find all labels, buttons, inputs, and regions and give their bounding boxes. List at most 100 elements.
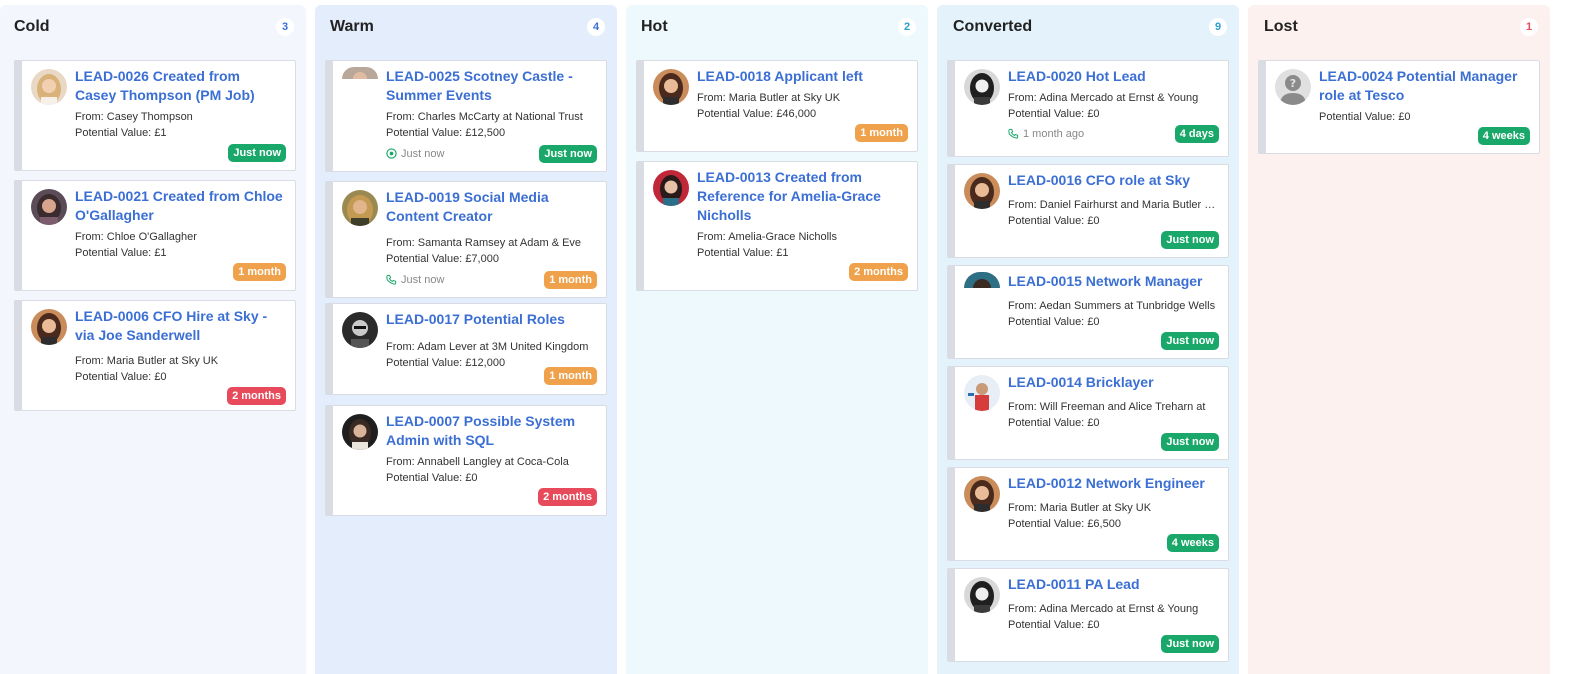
lead-from: From: Amelia-Grace Nicholls xyxy=(697,230,907,244)
value-amount: £1 xyxy=(154,127,167,139)
lead-value: Potential Value: £0 xyxy=(1008,214,1218,228)
column-header[interactable]: Hot 2 xyxy=(626,5,928,49)
lead-from: From: Adina Mercado at Ernst & Young xyxy=(1008,602,1218,616)
lead-title-link[interactable]: LEAD-0012 Network Engineer xyxy=(1008,474,1216,493)
from-value: Annabell Langley at Coca-Cola xyxy=(417,456,569,468)
value-label: Potential Value: xyxy=(75,371,152,383)
from-label: From: xyxy=(1008,603,1037,615)
value-amount: £1 xyxy=(154,247,167,259)
lead-value: Potential Value: £0 xyxy=(1008,416,1218,430)
woman-brown-avatar xyxy=(653,69,689,105)
column-title: Hot xyxy=(641,18,668,35)
lead-title-link[interactable]: LEAD-0020 Hot Lead xyxy=(1008,67,1216,86)
lead-from: From: Maria Butler at Sky UK xyxy=(75,354,285,368)
lead-title-link[interactable]: LEAD-0017 Potential Roles xyxy=(386,310,594,329)
lead-card[interactable]: LEAD-0021 Created from Chloe O'Gallagher… xyxy=(14,180,296,291)
phone-icon xyxy=(386,274,397,285)
woman-bw-avatar xyxy=(964,69,1000,105)
lead-title-link[interactable]: LEAD-0016 CFO role at Sky xyxy=(1008,171,1216,190)
lead-from: From: Adina Mercado at Ernst & Young xyxy=(1008,91,1218,105)
column-hot: Hot 2 LEAD-0018 Applicant left From: Mar… xyxy=(626,5,928,674)
lead-card[interactable]: LEAD-0012 Network Engineer From: Maria B… xyxy=(947,467,1229,561)
lead-title-link[interactable]: LEAD-0013 Created from Reference for Ame… xyxy=(697,168,905,225)
lead-title-link[interactable]: LEAD-0011 PA Lead xyxy=(1008,575,1216,594)
lead-title-link[interactable]: LEAD-0015 Network Manager xyxy=(1008,272,1216,291)
woman-red-avatar xyxy=(653,170,689,206)
lead-card[interactable]: LEAD-0006 CFO Hire at Sky - via Joe Sand… xyxy=(14,300,296,411)
lead-card[interactable]: LEAD-0017 Potential Roles From: Adam Lev… xyxy=(325,303,607,395)
last-activity: Just now xyxy=(386,273,444,287)
column-title: Warm xyxy=(330,18,374,35)
age-badge: 4 weeks xyxy=(1477,127,1530,145)
column-count-badge: 4 xyxy=(587,18,605,36)
man-avatar xyxy=(342,67,378,79)
age-badge: 2 months xyxy=(849,263,908,281)
column-converted: Converted 9 LEAD-0020 Hot Lead From: Adi… xyxy=(937,5,1239,674)
column-lost: Lost 1 ? LEAD-0024 Potential Manager rol… xyxy=(1248,5,1550,674)
lead-title-link[interactable]: LEAD-0026 Created from Casey Thompson (P… xyxy=(75,67,283,105)
lead-from: From: Casey Thompson xyxy=(75,110,285,124)
from-value: Maria Butler at Sky UK xyxy=(1039,502,1152,514)
value-label: Potential Value: xyxy=(697,108,774,120)
from-value: Chloe O'Gallagher xyxy=(106,231,197,243)
age-badge: 4 weeks xyxy=(1166,534,1219,552)
lead-value: Potential Value: £1 xyxy=(75,246,285,260)
value-label: Potential Value: xyxy=(386,253,463,265)
lead-card[interactable]: LEAD-0018 Applicant left From: Maria But… xyxy=(636,60,918,152)
value-label: Potential Value: xyxy=(1008,316,1085,328)
lead-title-link[interactable]: LEAD-0019 Social Media Content Creator xyxy=(386,188,594,226)
lead-from: From: Daniel Fairhurst and Maria Butler … xyxy=(1008,198,1218,212)
lead-card[interactable]: LEAD-0007 Possible System Admin with SQL… xyxy=(325,405,607,516)
unknown-user-avatar: ? xyxy=(1275,69,1311,105)
from-label: From: xyxy=(1008,502,1037,514)
column-header[interactable]: Warm 4 xyxy=(315,5,617,49)
lead-value: Potential Value: £0 xyxy=(1319,110,1529,124)
value-label: Potential Value: xyxy=(75,127,152,139)
lead-title-link[interactable]: LEAD-0018 Applicant left xyxy=(697,67,905,86)
woman-blonde-avatar xyxy=(31,69,67,105)
lead-card[interactable]: ? LEAD-0024 Potential Manager role at Te… xyxy=(1258,60,1540,154)
lead-from: From: Will Freeman and Alice Treharn at xyxy=(1008,400,1218,414)
lead-card[interactable]: LEAD-0014 Bricklayer From: Will Freeman … xyxy=(947,366,1229,460)
column-header[interactable]: Converted 9 xyxy=(937,5,1239,49)
lead-title-link[interactable]: LEAD-0014 Bricklayer xyxy=(1008,373,1216,392)
value-amount: £6,500 xyxy=(1087,518,1121,530)
age-badge: Just now xyxy=(1161,635,1219,653)
lead-card[interactable]: LEAD-0013 Created from Reference for Ame… xyxy=(636,161,918,291)
value-label: Potential Value: xyxy=(697,247,774,259)
lead-card[interactable]: LEAD-0015 Network Manager From: Aedan Su… xyxy=(947,265,1229,359)
age-badge: 1 month xyxy=(544,271,597,289)
lead-from: From: Chloe O'Gallagher xyxy=(75,230,285,244)
column-header[interactable]: Cold 3 xyxy=(0,5,306,49)
woman-brown-avatar xyxy=(964,476,1000,512)
lead-from: From: Aedan Summers at Tunbridge Wells xyxy=(1008,299,1218,313)
from-value: Charles McCarty at National Trust xyxy=(417,111,583,123)
man-teal-avatar xyxy=(964,272,1000,288)
from-label: From: xyxy=(1008,199,1037,211)
age-badge: Just now xyxy=(1161,231,1219,249)
lead-card[interactable]: LEAD-0019 Social Media Content Creator F… xyxy=(325,181,607,298)
lead-value: Potential Value: £0 xyxy=(1008,618,1218,632)
activity-text: 1 month ago xyxy=(1023,128,1085,140)
man-dark-avatar xyxy=(342,312,378,348)
lead-title-link[interactable]: LEAD-0021 Created from Chloe O'Gallagher xyxy=(75,187,283,225)
from-value: Maria Butler at Sky UK xyxy=(106,355,219,367)
from-label: From: xyxy=(697,92,726,104)
column-count-badge: 1 xyxy=(1520,18,1538,36)
lead-title-link[interactable]: LEAD-0025 Scotney Castle - Summer Events xyxy=(386,67,594,105)
lead-card[interactable]: LEAD-0025 Scotney Castle - Summer Events… xyxy=(325,60,607,172)
value-label: Potential Value: xyxy=(75,247,152,259)
lead-card[interactable]: LEAD-0011 PA Lead From: Adina Mercado at… xyxy=(947,568,1229,662)
lead-card[interactable]: LEAD-0016 CFO role at Sky From: Daniel F… xyxy=(947,164,1229,258)
lead-title-link[interactable]: LEAD-0007 Possible System Admin with SQL xyxy=(386,412,594,450)
column-header[interactable]: Lost 1 xyxy=(1248,5,1550,49)
age-badge: Just now xyxy=(228,144,286,162)
lead-card[interactable]: LEAD-0026 Created from Casey Thompson (P… xyxy=(14,60,296,171)
value-label: Potential Value: xyxy=(1008,215,1085,227)
lead-value: Potential Value: £1 xyxy=(697,246,907,260)
lead-title-link[interactable]: LEAD-0024 Potential Manager role at Tesc… xyxy=(1319,67,1527,105)
lead-card[interactable]: LEAD-0020 Hot Lead From: Adina Mercado a… xyxy=(947,60,1229,157)
lead-title-link[interactable]: LEAD-0006 CFO Hire at Sky - via Joe Sand… xyxy=(75,307,283,345)
value-amount: £1 xyxy=(776,247,789,259)
age-badge: 2 months xyxy=(538,488,597,506)
